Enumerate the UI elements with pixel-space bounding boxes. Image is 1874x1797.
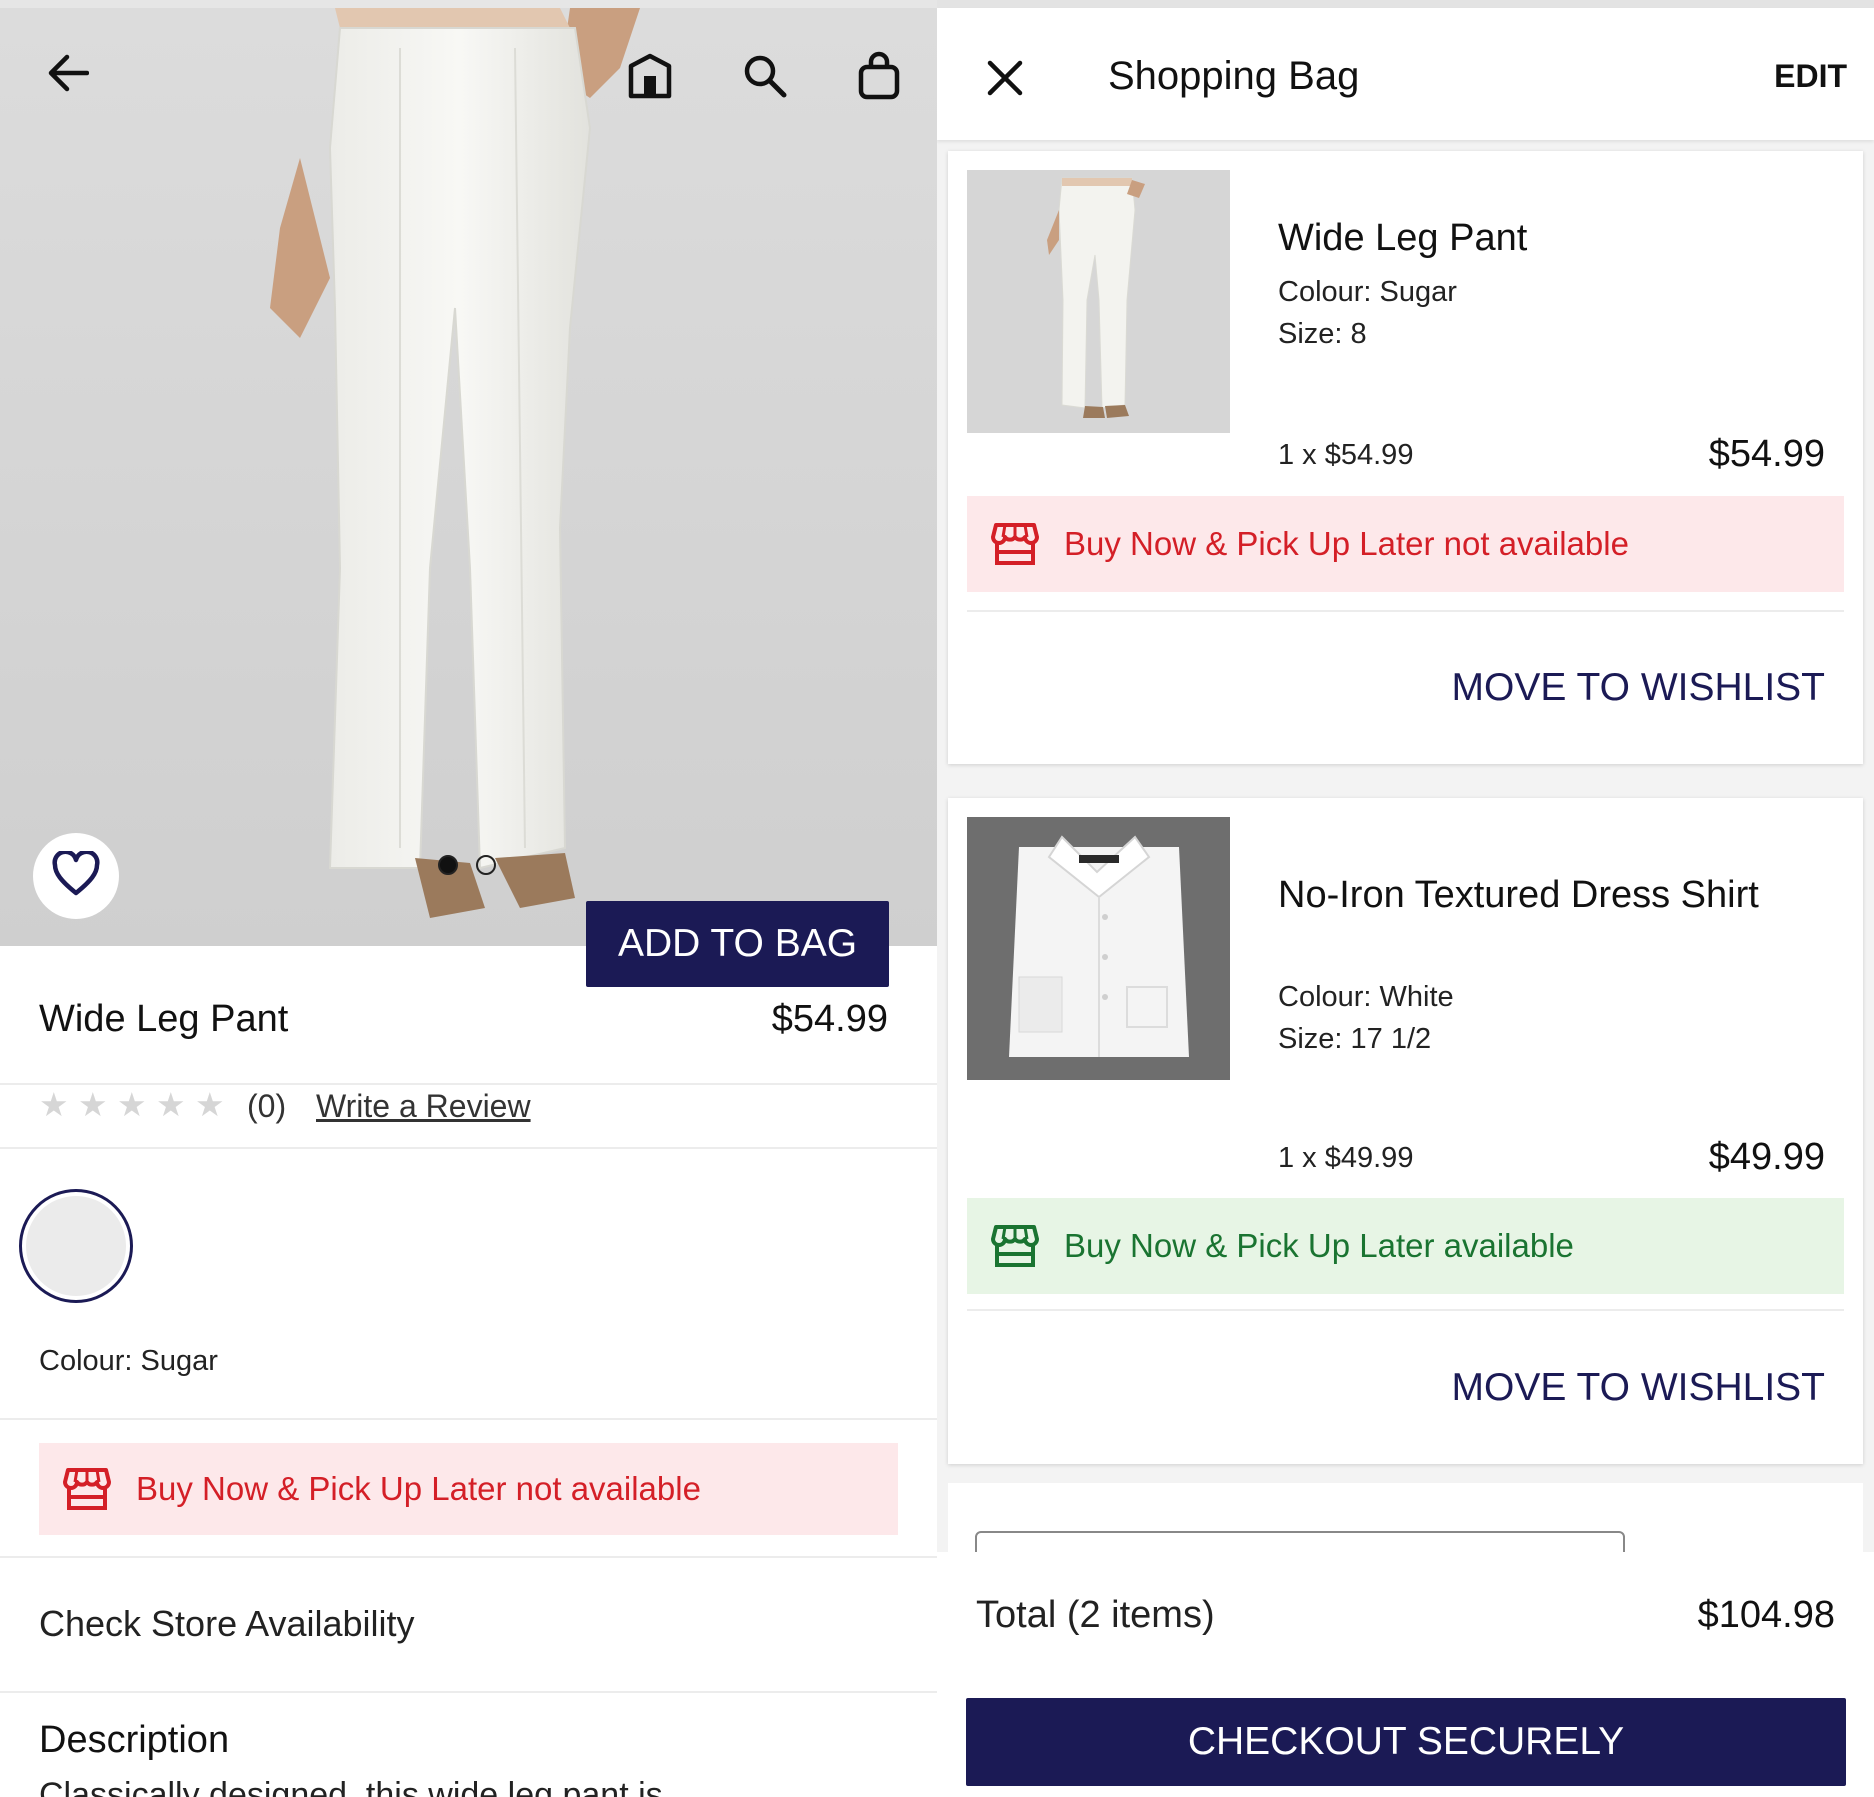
pant-thumbnail-illustration	[967, 170, 1230, 433]
bopis-unavailable-banner: Buy Now & Pick Up Later not available	[39, 1443, 898, 1535]
product-page: ADD TO BAG Wide Leg Pant $54.99 ★ ★ ★ ★ …	[0, 0, 937, 1797]
star-icon: ★	[195, 1085, 225, 1124]
back-arrow-icon[interactable]	[35, 41, 99, 105]
bopis-available-banner: Buy Now & Pick Up Later available	[967, 1198, 1844, 1294]
bag-footer: Total (2 items) $104.98 CHECKOUT SECUREL…	[937, 1552, 1874, 1797]
pager-dot-1[interactable]	[438, 855, 458, 875]
bopis-text: Buy Now & Pick Up Later available	[1064, 1227, 1574, 1264]
heart-icon	[51, 849, 101, 901]
status-strip	[937, 0, 1874, 8]
shirt-thumbnail-illustration	[967, 817, 1230, 1080]
shopping-bag-panel: Shopping Bag EDIT Wide Leg Pant Colour: …	[937, 0, 1874, 1797]
bag-title: Shopping Bag	[1108, 54, 1360, 98]
product-price: $54.99	[771, 998, 888, 1040]
item-thumbnail[interactable]	[967, 170, 1230, 433]
star-icon: ★	[78, 1085, 108, 1124]
store-front-icon	[990, 519, 1040, 569]
bopis-unavailable-banner: Buy Now & Pick Up Later not available	[967, 496, 1844, 592]
rating-stars: ★ ★ ★ ★ ★	[39, 1088, 228, 1121]
colour-label: Colour: Sugar	[39, 1345, 218, 1377]
bag-header: Shopping Bag EDIT	[937, 8, 1874, 140]
divider	[967, 1309, 1844, 1311]
divider	[967, 610, 1844, 612]
item-size: Size: 17 1/2	[1278, 1023, 1432, 1055]
move-to-wishlist-button[interactable]: MOVE TO WISHLIST	[1452, 1366, 1825, 1410]
bag-item-card: Wide Leg Pant Colour: Sugar Size: 8 1 x …	[948, 151, 1863, 764]
item-unit-price: 1 x $49.99	[1278, 1142, 1414, 1174]
item-thumbnail[interactable]	[967, 817, 1230, 1080]
description-heading: Description	[39, 1719, 230, 1761]
bag-icon[interactable]	[847, 44, 911, 108]
star-icon: ★	[156, 1085, 186, 1124]
divider	[0, 1691, 937, 1693]
pager-dot-2[interactable]	[476, 855, 496, 875]
item-line-total: $54.99	[1708, 433, 1825, 475]
store-icon[interactable]	[618, 44, 682, 108]
item-colour: Colour: White	[1278, 981, 1454, 1013]
description-text: Classically designed, this wide leg pant…	[39, 1776, 663, 1797]
wishlist-heart-button[interactable]	[33, 833, 119, 919]
item-unit-price: 1 x $54.99	[1278, 439, 1414, 471]
star-icon: ★	[39, 1085, 69, 1124]
product-image[interactable]	[0, 8, 937, 946]
edit-button[interactable]: EDIT	[1774, 58, 1847, 95]
bag-item-card: No-Iron Textured Dress Shirt Colour: Whi…	[948, 798, 1863, 1464]
bopis-text: Buy Now & Pick Up Later not available	[136, 1470, 701, 1507]
bopis-text: Buy Now & Pick Up Later not available	[1064, 525, 1629, 562]
check-store-availability[interactable]: Check Store Availability	[39, 1603, 415, 1645]
close-icon[interactable]	[977, 50, 1033, 106]
write-review-link[interactable]: Write a Review	[316, 1088, 531, 1125]
colour-swatch-sugar[interactable]	[19, 1189, 133, 1303]
product-title: Wide Leg Pant	[39, 998, 289, 1040]
item-name[interactable]: No-Iron Textured Dress Shirt	[1278, 868, 1798, 922]
divider	[0, 1418, 937, 1420]
move-to-wishlist-button[interactable]: MOVE TO WISHLIST	[1452, 666, 1825, 710]
image-pager-dots[interactable]	[438, 855, 496, 875]
divider	[0, 1556, 937, 1558]
swatch-fill	[26, 1196, 126, 1296]
add-to-bag-button[interactable]: ADD TO BAG	[586, 901, 889, 987]
store-front-icon	[990, 1221, 1040, 1271]
search-icon[interactable]	[733, 44, 797, 108]
checkout-securely-button[interactable]: CHECKOUT SECURELY	[966, 1698, 1846, 1786]
item-size: Size: 8	[1278, 318, 1367, 350]
store-front-icon	[62, 1464, 112, 1514]
star-icon: ★	[117, 1085, 147, 1124]
item-name[interactable]: Wide Leg Pant	[1278, 211, 1798, 265]
status-strip	[0, 0, 937, 8]
total-label: Total (2 items)	[976, 1594, 1215, 1636]
pant-image-illustration	[270, 8, 640, 918]
total-value: $104.98	[1697, 1594, 1835, 1636]
item-line-total: $49.99	[1708, 1136, 1825, 1178]
item-colour: Colour: Sugar	[1278, 276, 1457, 308]
divider	[0, 1147, 937, 1149]
review-count: (0)	[247, 1088, 287, 1124]
